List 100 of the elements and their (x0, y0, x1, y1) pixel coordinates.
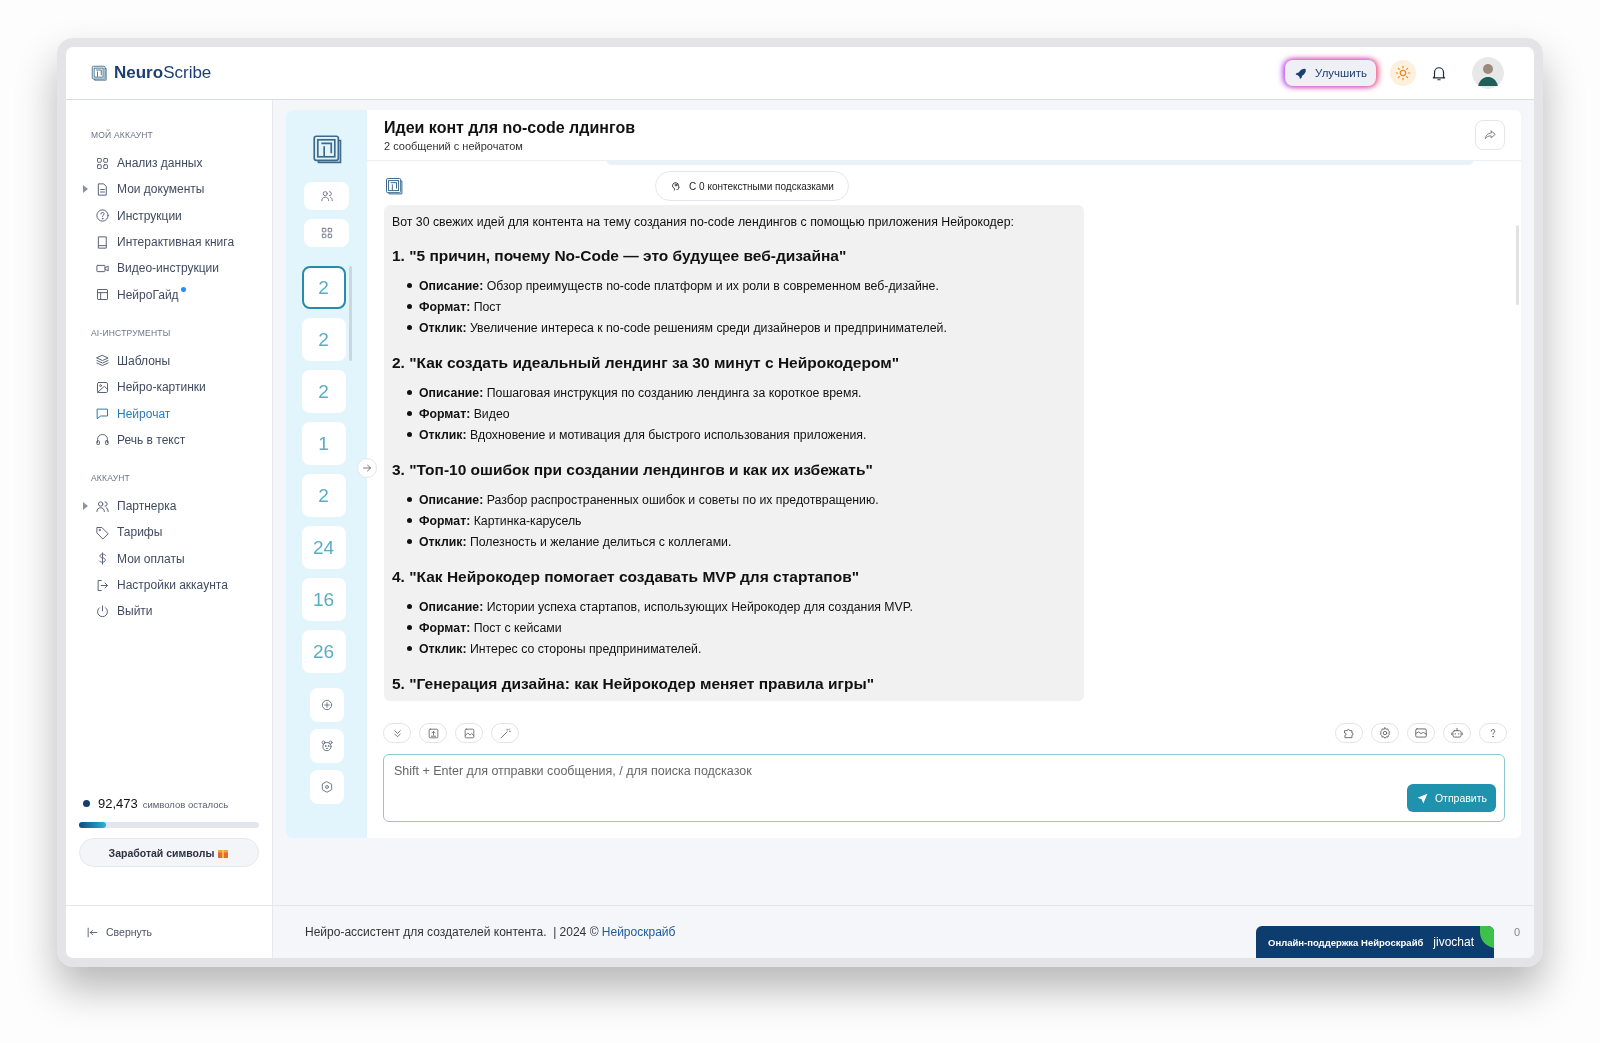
book-icon (95, 234, 110, 250)
users-button[interactable] (304, 182, 349, 210)
users-icon (319, 189, 334, 203)
nav-item[interactable]: Выйти (82, 598, 272, 625)
message-text: Вот 30 свежих идей для контента на тему создания no-code лендингов с помощью приложения Нейрокодер: (392, 214, 1015, 231)
power-icon (95, 603, 110, 619)
magic-wand-icon (498, 726, 512, 740)
rocket-icon (1294, 66, 1308, 80)
upload-icon (426, 726, 440, 740)
magic-wand-button[interactable] (491, 723, 519, 743)
send-icon (1415, 791, 1429, 805)
section-title: АККАУНТ (91, 472, 131, 483)
nav-item[interactable]: Партнерка (82, 492, 272, 520)
footer-counter: 0 (1513, 926, 1520, 938)
support-brand: jivochat (1433, 935, 1475, 949)
help-button[interactable] (1479, 723, 1507, 743)
layout-icon (95, 287, 110, 303)
puzzle-icon (1342, 726, 1356, 740)
expand-button[interactable] (357, 458, 377, 478)
earn-button[interactable]: Заработай символы (79, 838, 259, 867)
nav-item[interactable]: Мои оплаты (82, 545, 272, 572)
image-button[interactable] (455, 723, 483, 743)
collapse-button[interactable]: Свернуть (86, 925, 153, 939)
send-button[interactable]: Отправить (1406, 784, 1496, 812)
credits-label: символов осталось (142, 799, 229, 810)
bullet-icon (407, 325, 412, 330)
nav-item[interactable]: НейроГайд (82, 281, 272, 308)
nav-item[interactable]: Мои документы (82, 176, 272, 203)
context-pill[interactable]: С 0 контекстными подсказками (655, 171, 849, 201)
bullet-icon (407, 539, 412, 544)
upload-button[interactable] (419, 723, 447, 743)
support-label: Онлайн-поддержка Нейроскрайб (1268, 936, 1424, 948)
card-button[interactable] (1407, 723, 1435, 743)
expand-caret-icon[interactable] (82, 185, 88, 194)
chevrons-down-button[interactable] (383, 723, 411, 743)
chat-bubble-icon (95, 406, 110, 421)
bullet-icon (407, 625, 412, 630)
settings-button[interactable] (1371, 723, 1399, 743)
nav-item[interactable]: Нейрочат (82, 400, 272, 427)
brain-icon (670, 180, 683, 192)
bullet-icon (407, 411, 412, 416)
message-heading: 3. "Топ-10 ошибок при создании лендингов и как их избежать" (392, 460, 874, 480)
bullet-icon (407, 497, 412, 502)
bullet-icon (407, 646, 412, 651)
bullet-icon (407, 304, 412, 309)
robot-button[interactable] (1443, 723, 1471, 743)
footer-link[interactable]: Нейроскрайб (601, 925, 676, 939)
share-icon (1483, 128, 1497, 142)
bullet-icon (407, 432, 412, 437)
list-item: Формат: Пост (419, 298, 502, 315)
theme-toggle[interactable] (1390, 60, 1416, 86)
avatar[interactable] (1472, 57, 1504, 89)
bear-button[interactable] (309, 729, 344, 763)
nav-item[interactable]: Настройки аккаунта (82, 571, 272, 599)
sign-in-icon (95, 577, 110, 593)
nav-item[interactable]: Видео-инструкции (82, 255, 272, 282)
card-icon (1414, 726, 1428, 740)
arrow-right-icon (361, 462, 373, 474)
share-button[interactable] (1475, 120, 1505, 150)
list-item: Описание: Пошаговая инструкция по созданию лендинга за короткое время. (419, 384, 862, 401)
list-item: Отклик: Увеличение интереса к no-code решениям среди дизайнеров и предпринимателей. (419, 319, 947, 336)
message-heading: 1. "5 причин, почему No-Code — это будущее веб-дизайна" (392, 246, 848, 266)
expand-caret-icon[interactable] (82, 502, 88, 511)
settings-button[interactable] (309, 770, 344, 804)
users-icon (95, 498, 110, 514)
bullet-icon (407, 518, 412, 523)
list-item: Описание: Обзор преимуществ no-code платформ и их роли в современном веб-дизайне. (419, 277, 939, 294)
nav-item[interactable]: Тарифы (82, 519, 272, 546)
nav-item[interactable]: Нейро-картинки (82, 374, 272, 401)
grid-button[interactable] (304, 219, 349, 247)
nav-item[interactable]: Инструкции (82, 202, 272, 229)
nav-item[interactable]: Интерактивная книга (82, 228, 272, 256)
list-item: Отклик: Вдохновение и мотивация для быстрого использования приложения. (419, 426, 867, 443)
logo-icon (90, 64, 108, 82)
puzzle-button[interactable] (1335, 723, 1363, 743)
headphones-icon (95, 432, 110, 448)
hexagon-icon (319, 780, 334, 794)
logo-text[interactable]: NeuroScribe (114, 63, 212, 83)
plus-icon (319, 698, 334, 712)
list-item: Отклик: Интерес со стороны предпринимателей. (419, 640, 702, 657)
bell-icon[interactable] (1430, 64, 1448, 82)
image-icon (462, 726, 476, 740)
bullet-icon (407, 390, 412, 395)
upgrade-button[interactable]: Улучшить (1285, 60, 1376, 86)
nav-item[interactable]: Речь в текст (82, 426, 272, 453)
nav-item[interactable]: Анализ данных (82, 150, 272, 177)
list-item: Формат: Пост с кейсами (419, 619, 562, 636)
grid-icon (95, 155, 110, 171)
robot-icon (1450, 726, 1464, 740)
message-input[interactable]: Shift + Enter для отправки сообщения, / для поиска подсказок Отправить (383, 754, 1505, 822)
nav-item[interactable]: Шаблоны (82, 347, 272, 375)
credits-count: 92,473 (98, 796, 138, 811)
bullet-icon (407, 283, 412, 288)
section-title: AI-ИНСТРУМЕНТЫ (91, 327, 172, 338)
list-item: Описание: Разбор распространенных ошибок и советы по их предотвращению. (419, 491, 879, 508)
status-dot (83, 800, 90, 807)
add-button[interactable] (309, 688, 344, 722)
chat-subtitle: 2 сообщений с нейрочатом (384, 139, 524, 152)
section-title: МОЙ АККАУНТ (91, 130, 154, 140)
support-widget[interactable]: Онлайн-поддержка Нейроскрайб jivochat (1256, 926, 1494, 958)
